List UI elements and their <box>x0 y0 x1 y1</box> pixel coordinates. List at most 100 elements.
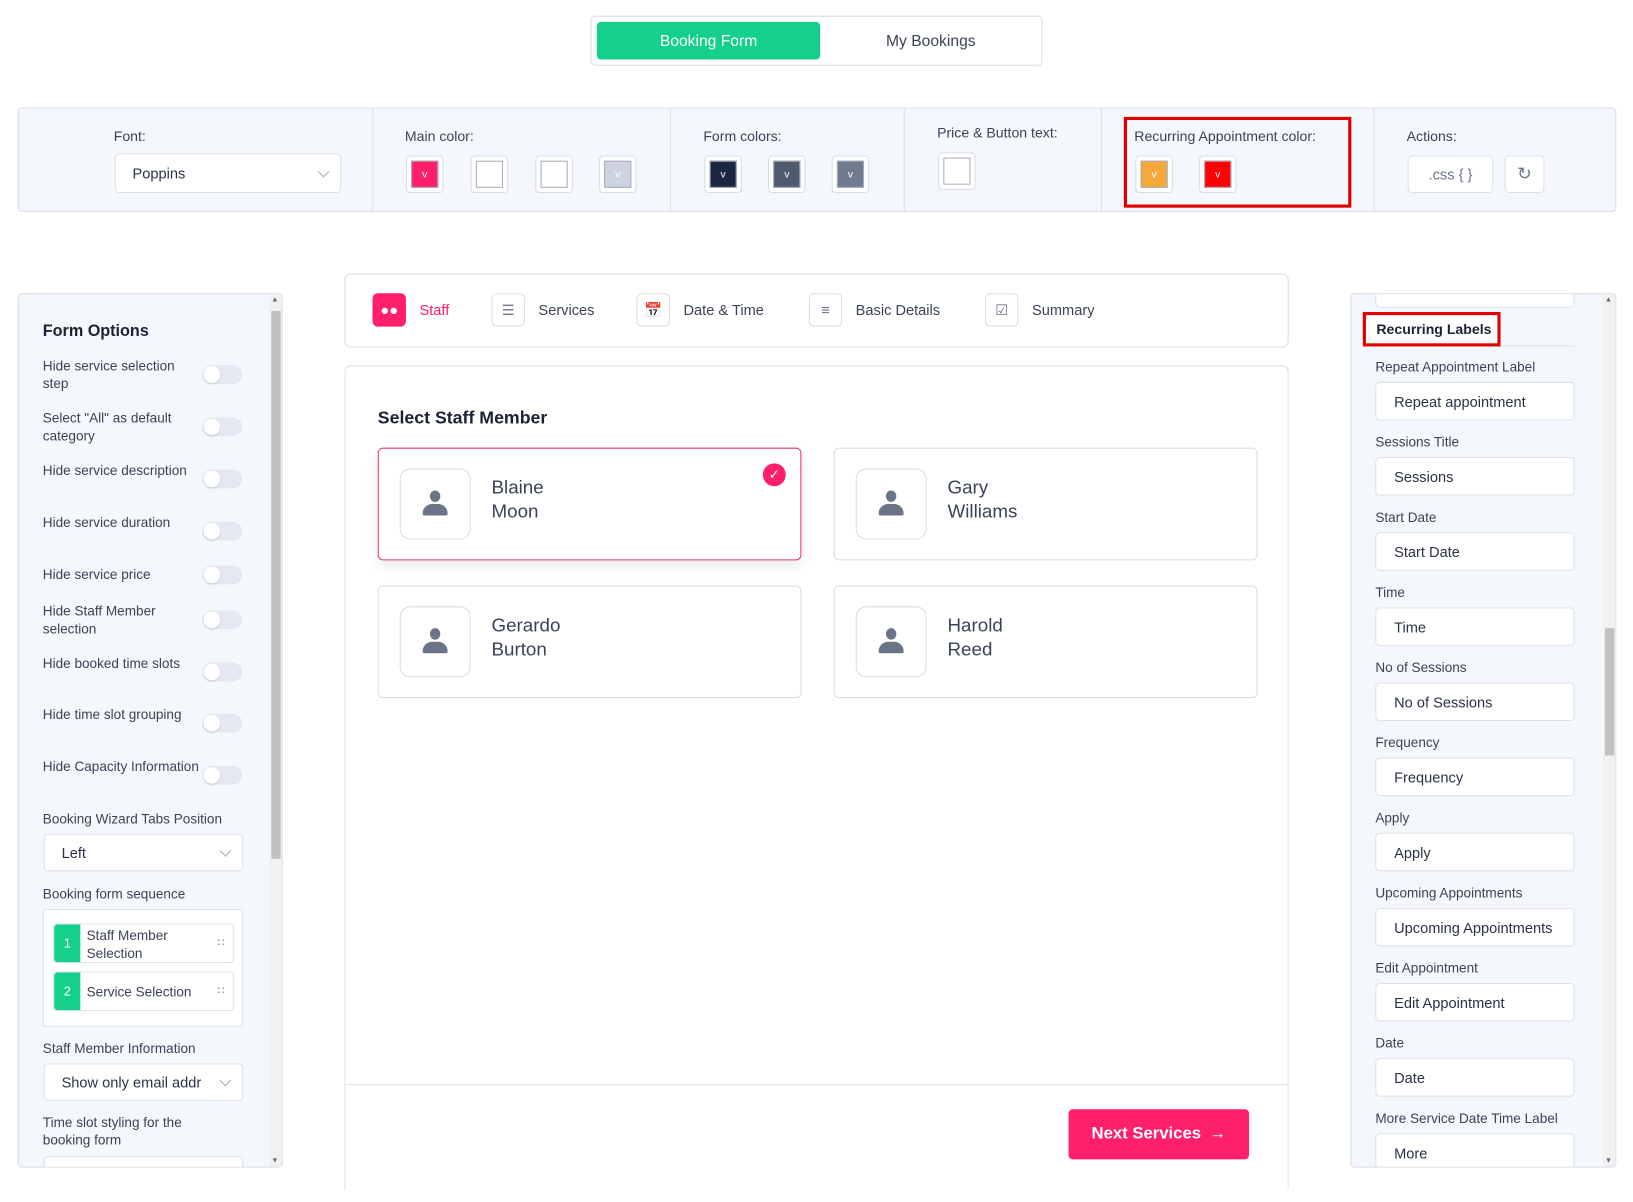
main-color-swatch[interactable] <box>535 155 573 194</box>
tab-label: Summary <box>1032 301 1095 319</box>
staff-card[interactable]: Harold Reed <box>833 585 1258 699</box>
scroll-up-icon[interactable]: ▲ <box>1605 296 1612 303</box>
option-label: Hide service description <box>42 462 187 478</box>
user-icon <box>878 628 904 655</box>
tabs-position-select[interactable]: Left <box>43 833 244 872</box>
scroll-down-icon[interactable]: ▼ <box>271 1157 278 1164</box>
option-toggle[interactable] <box>202 521 243 541</box>
scroll-up-icon[interactable]: ▲ <box>271 296 278 303</box>
user-icon <box>422 628 448 655</box>
next-button-label: Next Services <box>1091 1124 1202 1143</box>
drag-handle-icon[interactable]: ∷ <box>218 986 225 997</box>
sequence-label-text: Service Selection <box>86 984 192 1000</box>
label-input[interactable]: No of Sessions <box>1375 682 1575 722</box>
main-color-swatch[interactable] <box>470 155 509 194</box>
main-color-swatch[interactable]: v <box>405 155 444 194</box>
scrollbar[interactable]: ▲ ▼ <box>1602 294 1616 1167</box>
arrow-right-icon: → <box>1209 1124 1227 1143</box>
option-toggle[interactable] <box>202 713 243 733</box>
form-options-panel: Form Options Hide service selection step… <box>17 293 283 1168</box>
label-input[interactable]: Upcoming Appointments <box>1375 907 1575 947</box>
calendar-icon: 📅 <box>636 293 670 327</box>
recurring-color-swatch[interactable]: v <box>1198 155 1237 194</box>
label-input[interactable]: More <box>1375 1133 1575 1167</box>
staff-card[interactable]: Blaine Moon ✓ <box>377 447 802 561</box>
label-input[interactable]: Sessions <box>1375 457 1575 496</box>
avatar <box>855 468 927 540</box>
tab-basic-details[interactable]: ≡ Basic Details <box>808 293 940 327</box>
staff-first-name: Harold <box>947 614 1003 636</box>
main-color-swatch[interactable]: v <box>598 155 637 194</box>
main-color-section: Main color: v v <box>374 108 671 211</box>
label-input[interactable]: Time <box>1375 607 1575 646</box>
drag-handle-icon[interactable]: ∷ <box>218 938 225 949</box>
refresh-icon[interactable]: ↻ <box>1504 155 1545 194</box>
option-toggle[interactable] <box>202 469 243 489</box>
tabs-position-value: Left <box>61 844 86 861</box>
option-toggle[interactable] <box>202 365 243 385</box>
form-color-swatch[interactable]: v <box>831 155 870 194</box>
sequence-item[interactable]: 2 Service Selection ∷ <box>53 971 234 1012</box>
tab-services[interactable]: ☰ Services <box>491 293 594 327</box>
tab-label: Staff <box>419 301 450 319</box>
booking-form-tab[interactable]: Booking Form <box>596 21 821 60</box>
user-icon <box>878 490 904 517</box>
sequence-label: Booking form sequence <box>42 885 186 902</box>
staff-info-value: Show only email addr <box>61 1073 202 1091</box>
staff-last-name: Reed <box>947 638 993 660</box>
recurring-color-swatch[interactable]: v <box>1135 155 1173 194</box>
chevron-down-icon: v <box>1204 160 1232 188</box>
form-color-swatch[interactable]: v <box>768 155 806 194</box>
sequence-label-text: Staff Member Selection <box>86 927 168 962</box>
option-label: Hide Staff Member selection <box>42 603 156 637</box>
label-input[interactable]: Frequency <box>1375 757 1575 797</box>
custom-css-button[interactable]: .css { } <box>1407 155 1494 194</box>
option-toggle[interactable] <box>202 662 243 682</box>
chevron-down-icon: v <box>709 160 737 188</box>
label-input[interactable]: Start Date <box>1375 532 1575 571</box>
staff-info-select[interactable]: Show only email addr <box>43 1063 244 1101</box>
scrollbar-thumb[interactable] <box>271 310 281 859</box>
view-switcher: Booking Form My Bookings <box>590 15 1043 66</box>
scrollbar-thumb[interactable] <box>1604 628 1615 756</box>
scroll-down-icon[interactable]: ▼ <box>1605 1157 1612 1164</box>
option-toggle[interactable] <box>202 417 243 437</box>
wizard-tabs: ●● Staff ☰ Services 📅 Date & Time ≡ Basic Detai… <box>344 273 1289 348</box>
divider <box>1500 345 1575 347</box>
labels-panel: Recurring Labels Repeat Appointment Labe… <box>1350 293 1617 1168</box>
staff-card[interactable]: Gary Williams <box>833 447 1258 561</box>
form-color-swatch[interactable]: v <box>704 155 742 194</box>
my-bookings-tab[interactable]: My Bookings <box>819 22 1042 60</box>
recurring-color-label: Recurring Appointment color: <box>1134 128 1316 145</box>
option-toggle[interactable] <box>202 765 243 785</box>
staff-last-name: Moon <box>491 500 539 522</box>
scrollbar[interactable]: ▲ ▼ <box>269 294 282 1167</box>
label-input[interactable]: Repeat appointment <box>1375 381 1575 421</box>
tab-label: Date & Time <box>683 301 764 319</box>
tab-staff[interactable]: ●● Staff <box>372 293 450 327</box>
label-input[interactable]: Apply <box>1375 832 1575 872</box>
option-label: Hide Capacity Information <box>42 758 199 775</box>
next-services-button[interactable]: Next Services → <box>1068 1109 1250 1160</box>
text-input[interactable] <box>1375 294 1575 308</box>
sequence-number: 2 <box>54 972 81 1011</box>
time-slot-select[interactable] <box>43 1156 244 1167</box>
divider <box>345 1084 1288 1086</box>
tab-summary[interactable]: ☑ Summary <box>985 293 1095 327</box>
tab-date-time[interactable]: 📅 Date & Time <box>636 293 764 327</box>
option-label: Hide booked time slots <box>42 655 181 671</box>
main-content: Select Staff Member Blaine Moon ✓ Gary Willi… <box>344 365 1289 1190</box>
price-color-swatch[interactable] <box>938 152 976 190</box>
form-colors-section: Form colors: v v v <box>671 108 905 211</box>
label-input[interactable]: Date <box>1375 1058 1575 1097</box>
font-select[interactable]: Poppins <box>114 153 342 194</box>
section-title: Select Staff Member <box>377 408 548 428</box>
staff-card[interactable]: Gerardo Burton <box>377 585 802 699</box>
option-toggle[interactable] <box>202 610 243 630</box>
chevron-down-icon <box>219 1074 232 1087</box>
field-label: Upcoming Appointments <box>1375 884 1523 901</box>
label-input[interactable]: Edit Appointment <box>1375 982 1575 1022</box>
option-toggle[interactable] <box>202 565 243 585</box>
sequence-item[interactable]: 1 Staff Member Selection ∷ <box>53 923 234 964</box>
panel-title: Form Options <box>42 322 149 341</box>
